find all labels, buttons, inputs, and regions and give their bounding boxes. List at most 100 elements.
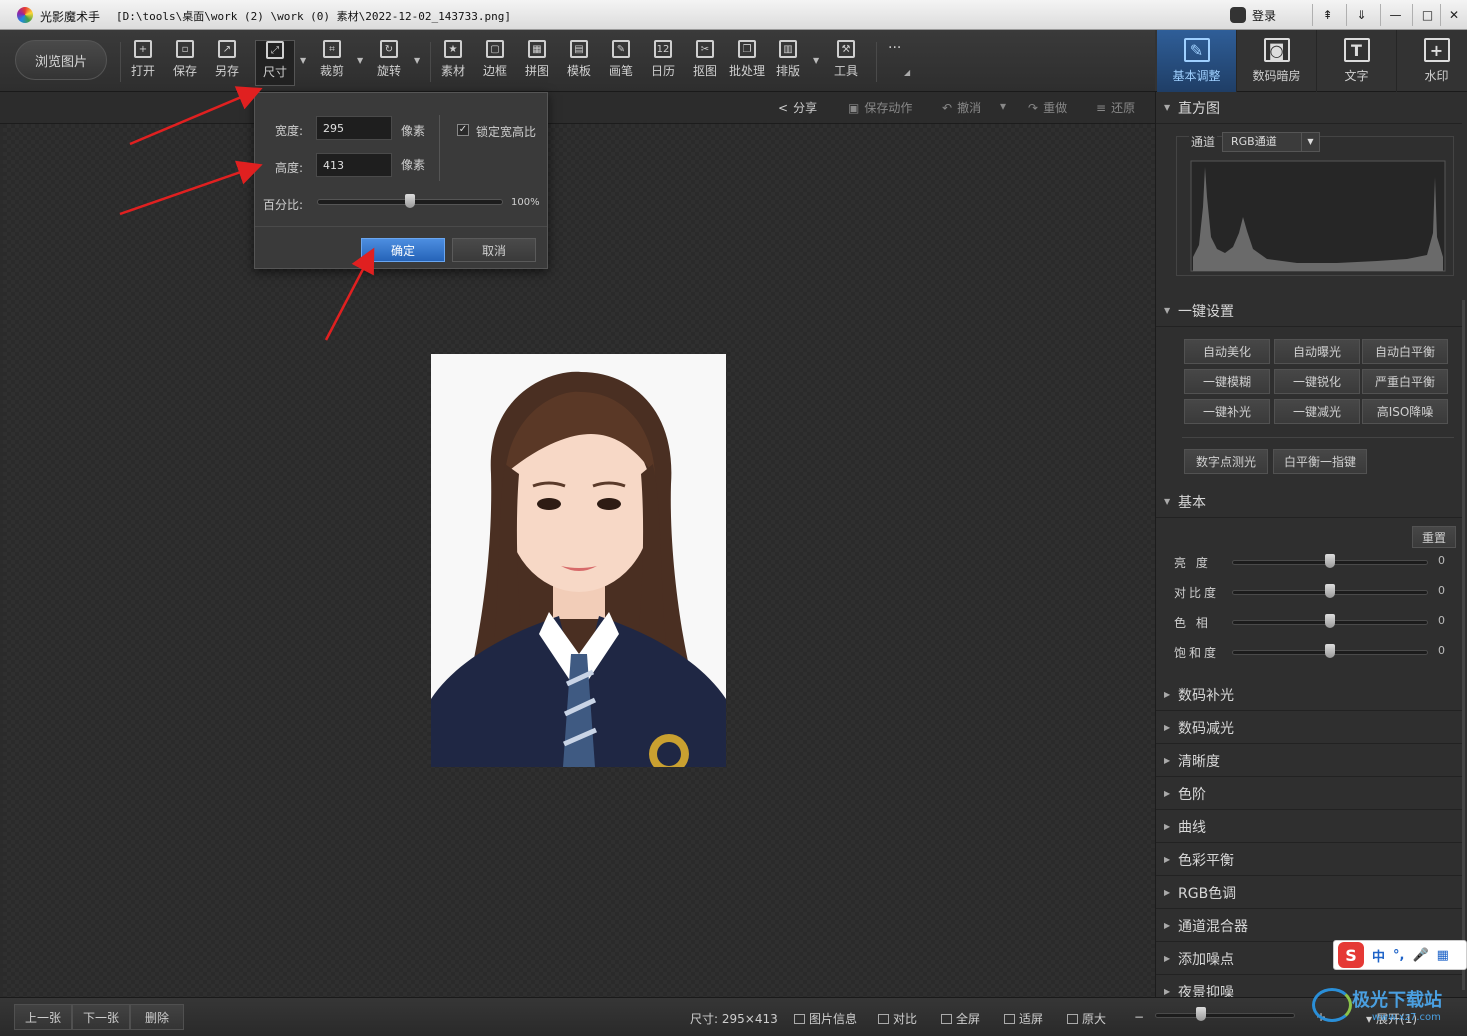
ime-punctuation[interactable]: °,: [1393, 948, 1404, 963]
section-collapsed[interactable]: ▶ 数码补光: [1156, 679, 1462, 711]
original-size-button[interactable]: 原大: [1067, 1010, 1106, 1027]
save-action-button[interactable]: ▣ 保存动作: [848, 99, 912, 116]
chevron-down-icon[interactable]: ▼: [357, 56, 365, 65]
section-title: 一键设置: [1178, 303, 1234, 320]
zoom-slider-track[interactable]: [1155, 1013, 1295, 1018]
undo-button[interactable]: ↶ 撤消: [942, 99, 981, 116]
undo-history-dropdown[interactable]: ▾: [1000, 99, 1006, 113]
next-image-button[interactable]: 下一张: [72, 1004, 130, 1030]
one-click-button[interactable]: 自动美化: [1184, 339, 1270, 364]
tool-cutout-button[interactable]: ✂ 抠图: [685, 40, 725, 86]
restore-button[interactable]: ≡ 还原: [1096, 99, 1135, 116]
previous-image-button[interactable]: 上一张: [14, 1004, 72, 1030]
skin-button[interactable]: ⇞: [1312, 4, 1342, 26]
tool-rotate-button[interactable]: ↻ 旋转: [369, 40, 409, 86]
tab-darkroom[interactable]: ◙ 数码暗房: [1237, 30, 1317, 92]
section-collapsed[interactable]: ▶ RGB色调: [1156, 877, 1462, 909]
lock-ratio-checkbox[interactable]: ✓: [457, 124, 469, 136]
file-path: [D:\tools\桌面\work (2) \work (0) 素材\2022-…: [116, 10, 511, 23]
tool-layout-button[interactable]: ▥ 排版: [768, 40, 808, 86]
tool-save-button[interactable]: ▫ 保存: [165, 40, 205, 86]
chevron-down-icon[interactable]: ▼: [414, 56, 422, 65]
layout-icon: ▥: [779, 40, 797, 58]
panel-scrollbar[interactable]: [1462, 300, 1465, 990]
section-one-click[interactable]: ▼ 一键设置: [1156, 295, 1462, 327]
one-click-button[interactable]: 一键模糊: [1184, 369, 1270, 394]
adjust-slider-thumb[interactable]: [1325, 614, 1335, 628]
maximize-button[interactable]: □: [1412, 4, 1442, 26]
browse-images-button[interactable]: 浏览图片: [15, 40, 107, 80]
delete-button[interactable]: 删除: [130, 1004, 184, 1030]
spot-metering-button[interactable]: 数字点测光: [1184, 449, 1268, 474]
reset-button[interactable]: 重置: [1412, 526, 1456, 548]
tool-collage-button[interactable]: ▦ 拼图: [517, 40, 557, 86]
one-click-button[interactable]: 一键减光: [1274, 399, 1360, 424]
one-click-button[interactable]: 一键补光: [1184, 399, 1270, 424]
ime-toolbar[interactable]: S 中 °, 🎤 ▦: [1333, 940, 1467, 970]
tool-batch-button[interactable]: ❐ 批处理: [725, 40, 769, 86]
ok-button[interactable]: 确定: [361, 238, 445, 262]
one-click-button[interactable]: 高ISO降噪: [1362, 399, 1448, 424]
adjust-slider-thumb[interactable]: [1325, 644, 1335, 658]
tool-template-button[interactable]: ▤ 模板: [559, 40, 599, 86]
tool-material-button[interactable]: ★ 素材: [433, 40, 473, 86]
tool-calendar-button[interactable]: 12 日历: [643, 40, 683, 86]
tool-label: 另存: [214, 64, 239, 78]
channel-select[interactable]: RGB通道 ▼: [1222, 132, 1320, 152]
section-basic[interactable]: ▼ 基本: [1156, 486, 1462, 518]
tool-label: 工具: [833, 64, 858, 78]
microphone-icon[interactable]: 🎤: [1412, 948, 1428, 963]
tool-wrench-button[interactable]: ⚒ 工具: [826, 40, 866, 86]
one-click-button[interactable]: 严重白平衡: [1362, 369, 1448, 394]
one-click-button[interactable]: 自动白平衡: [1362, 339, 1448, 364]
section-collapsed[interactable]: ▶ 数码减光: [1156, 712, 1462, 744]
more-tools-button[interactable]: ···: [888, 40, 901, 56]
tool-resize-button[interactable]: ⤢ 尺寸: [255, 40, 295, 86]
adjust-slider-thumb[interactable]: [1325, 554, 1335, 568]
zoom-out-button[interactable]: −: [1134, 1010, 1144, 1024]
chevron-down-icon[interactable]: ▼: [300, 56, 308, 65]
adjust-slider-thumb[interactable]: [1325, 584, 1335, 598]
section-collapsed[interactable]: ▶ 清晰度: [1156, 745, 1462, 777]
tool-crop-button[interactable]: ⌗ 裁剪: [312, 40, 352, 86]
fullscreen-button[interactable]: 全屏: [941, 1010, 980, 1027]
section-title: 直方图: [1178, 100, 1220, 117]
close-button[interactable]: ✕: [1440, 4, 1467, 26]
expand-corner-icon[interactable]: ◢: [904, 68, 910, 77]
chevron-down-icon[interactable]: ▼: [813, 56, 821, 65]
fit-screen-button[interactable]: 适屏: [1004, 1010, 1043, 1027]
section-collapsed[interactable]: ▶ 色彩平衡: [1156, 844, 1462, 876]
percent-slider-thumb[interactable]: [405, 194, 415, 208]
menu-button[interactable]: ⇓: [1346, 4, 1376, 26]
section-collapsed[interactable]: ▶ 色阶: [1156, 778, 1462, 810]
tab-watermark[interactable]: + 水印: [1397, 30, 1467, 92]
tool-label: 打开: [130, 64, 155, 78]
ime-mode[interactable]: 中: [1372, 946, 1385, 965]
white-balance-picker-button[interactable]: 白平衡一指键: [1273, 449, 1367, 474]
keyboard-icon[interactable]: ▦: [1437, 948, 1449, 963]
tool-open-button[interactable]: + 打开: [123, 40, 163, 86]
compare-button[interactable]: 对比: [878, 1010, 917, 1027]
tool-brush-button[interactable]: ✎ 画笔: [601, 40, 641, 86]
sogou-logo-icon: S: [1338, 942, 1364, 968]
section-histogram[interactable]: ▼ 直方图: [1156, 92, 1462, 124]
cancel-button[interactable]: 取消: [452, 238, 536, 262]
image-info-button[interactable]: 图片信息: [794, 1010, 857, 1027]
one-click-button[interactable]: 一键锐化: [1274, 369, 1360, 394]
section-collapsed[interactable]: ▶ 通道混合器: [1156, 910, 1462, 942]
tab-basic-adjust[interactable]: ✎ 基本调整: [1157, 30, 1237, 92]
redo-button[interactable]: ↷ 重做: [1028, 99, 1067, 116]
tool-save-as-button[interactable]: ↗ 另存: [207, 40, 247, 86]
login-button[interactable]: 登录: [1230, 5, 1276, 25]
minimize-button[interactable]: —: [1380, 4, 1410, 26]
tab-text[interactable]: T 文字: [1317, 30, 1397, 92]
zoom-slider-thumb[interactable]: [1196, 1007, 1207, 1021]
tool-frame-button[interactable]: ▢ 边框: [475, 40, 515, 86]
title-bar: 光影魔术手 [D:\tools\桌面\work (2) \work (0) 素材…: [0, 0, 1467, 30]
section-collapsed[interactable]: ▶ 曲线: [1156, 811, 1462, 843]
share-icon: <: [778, 100, 789, 115]
one-click-button[interactable]: 自动曝光: [1274, 339, 1360, 364]
height-input[interactable]: [316, 153, 392, 177]
width-input[interactable]: [316, 116, 392, 140]
share-button[interactable]: < 分享: [778, 99, 817, 116]
